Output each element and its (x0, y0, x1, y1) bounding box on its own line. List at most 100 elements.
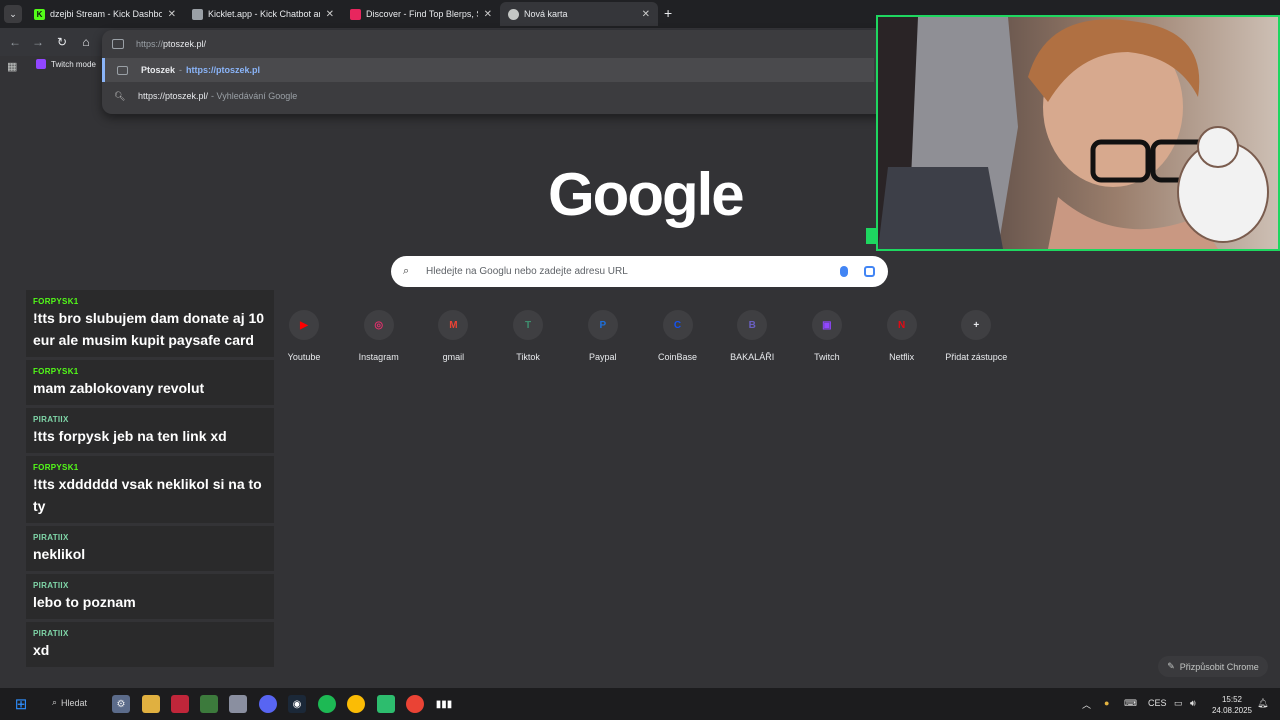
home-icon[interactable]: ⌂ (77, 33, 95, 51)
discord-icon[interactable] (259, 695, 277, 713)
forward-arrow-icon[interactable]: → (29, 33, 47, 51)
chat-text: xd (33, 642, 50, 658)
new-tab-plus-icon[interactable]: + (664, 5, 672, 21)
back-arrow-icon[interactable]: ← (6, 33, 24, 51)
shortcut-label: Youtube (287, 352, 321, 362)
blerp-icon (350, 8, 361, 20)
shortcut-youtube[interactable]: ▶ Youtube (269, 310, 339, 362)
clock-time: 15:52 (1221, 695, 1243, 704)
system-clock[interactable]: 15:52 24.08.2025 (1210, 694, 1254, 716)
search-placeholder: Hledejte na Googlu nebo zadejte adresu U… (426, 266, 628, 277)
network-icon[interactable]: ▭ (1174, 698, 1183, 709)
language-indicator[interactable]: CES (1148, 698, 1167, 708)
chat-username: PIRATIIX (33, 415, 69, 424)
file-explorer-icon[interactable] (142, 695, 160, 713)
chrome-active-icon[interactable] (406, 695, 424, 713)
tab-blerp-discover[interactable]: Discover - Find Top Blerps, Stre ✕ (342, 2, 500, 26)
tab-search-button[interactable]: ⌄ (4, 5, 22, 23)
coinbase-icon: C (662, 310, 693, 340)
customize-chrome-button[interactable]: ✎ Přizpůsobit Chrome (1158, 656, 1268, 677)
youtube-icon: ▶ (289, 310, 319, 340)
google-lens-icon[interactable] (864, 266, 875, 277)
chat-text: !tts bro slubujem dam donate aj 10 eur a… (33, 310, 265, 348)
chat-text: !tts forpysk jeb na ten link xd (33, 428, 227, 444)
search-icon: ⌕ (403, 265, 410, 277)
bookmark-twitch-mode[interactable]: Twitch mode (36, 59, 96, 69)
chat-message: FORPYSK1 !tts bro slubujem dam donate aj … (26, 290, 274, 357)
spotify-icon[interactable] (318, 695, 336, 713)
microphone-icon[interactable] (840, 266, 848, 277)
notification-bell-icon[interactable]: 🔔︎ (1257, 698, 1268, 709)
taskbar-search[interactable]: ⌕ Hledat (52, 697, 87, 708)
shortcut-twitch[interactable]: ▣ Twitch (792, 310, 862, 362)
shortcut-netflix[interactable]: N Netflix (867, 310, 937, 362)
chat-username: PIRATIIX (33, 533, 69, 542)
suggestion-ptoszek[interactable]: Ptoszek - https://ptoszek.pl (102, 58, 874, 82)
shortcut-label: Tiktok (516, 352, 540, 362)
tiktok-icon: T (513, 310, 544, 340)
apps-grid-icon[interactable]: ▦ (7, 60, 17, 73)
page-icon (112, 39, 124, 49)
microphone-tray-icon[interactable]: ● (1104, 698, 1109, 708)
steam-icon[interactable]: ◉ (288, 695, 306, 713)
windows-start-icon[interactable]: ⊞ (12, 695, 30, 713)
shortcut-paypal[interactable]: P Paypal (568, 310, 638, 362)
bakalari-icon: B (737, 310, 768, 340)
shortcut-tiktok[interactable]: T Tiktok (493, 310, 563, 362)
webcam-overlay (876, 15, 1280, 251)
chat-username: FORPYSK1 (33, 297, 79, 306)
plus-icon: + (961, 310, 992, 340)
close-icon[interactable]: ✕ (326, 9, 334, 20)
page-icon (117, 65, 128, 75)
shortcut-label: Přidat zástupce (945, 352, 1008, 362)
keyboard-icon[interactable]: ⌨ (1124, 698, 1137, 709)
app-gray-icon[interactable] (229, 695, 247, 713)
app-red-icon[interactable] (171, 695, 189, 713)
settings-gear-icon[interactable]: ⚙ (112, 695, 130, 713)
url-prefix: https:// (136, 39, 164, 49)
suggestion-title: Ptoszek (141, 65, 176, 75)
audio-bars-icon[interactable]: ▮▮▮ (435, 695, 453, 713)
chrome-icon (508, 8, 519, 20)
shortcut-label: Instagram (358, 352, 399, 362)
pencil-icon: ✎ (1167, 661, 1175, 671)
address-bar[interactable]: https://ptoszek.pl/ (112, 34, 206, 54)
url-text: ptoszek.pl/ (163, 39, 207, 49)
stream-chat-overlay: FORPYSK1 !tts bro slubujem dam donate aj … (26, 290, 274, 688)
google-search-box[interactable]: ⌕ Hledejte na Googlu nebo zadejte adresu… (391, 256, 888, 287)
chrome-icon[interactable] (347, 695, 365, 713)
suggestion-separator: - (179, 65, 183, 75)
clock-date: 24.08.2025 (1211, 706, 1253, 715)
twitch-icon (36, 59, 46, 69)
shortcut-plus[interactable]: + Přidat zástupce (941, 310, 1011, 362)
volume-icon[interactable]: 🔊︎ (1190, 698, 1196, 709)
gmail-icon: M (438, 310, 469, 340)
chat-username: PIRATIIX (33, 581, 69, 590)
tab-title: dzejbi Stream - Kick Dashboard (50, 9, 162, 19)
close-icon[interactable]: ✕ (484, 9, 492, 20)
shortcut-coinbase[interactable]: C CoinBase (643, 310, 713, 362)
suggestion-google-search[interactable]: 🔍︎ https://ptoszek.pl/ - Vyhledávání Goo… (102, 84, 874, 108)
chat-username: FORPYSK1 (33, 367, 79, 376)
tab-kick-dashboard[interactable]: K dzejbi Stream - Kick Dashboard ✕ (26, 2, 184, 26)
chat-username: FORPYSK1 (33, 463, 79, 472)
customize-label: Přizpůsobit Chrome (1179, 661, 1259, 672)
xbox-icon[interactable] (200, 695, 218, 713)
reload-icon[interactable]: ↻ (53, 33, 71, 51)
app-green-icon[interactable] (377, 695, 395, 713)
close-icon[interactable]: ✕ (642, 9, 650, 20)
shortcut-gmail[interactable]: Mgmail (418, 310, 488, 362)
shortcut-instagram[interactable]: ◎ Instagram (344, 310, 414, 362)
shortcut-label: CoinBase (657, 352, 698, 362)
tab-title: Discover - Find Top Blerps, Stre (366, 9, 478, 19)
chat-message: FORPYSK1 mam zablokovany revolut (26, 360, 274, 405)
tab-kicklet[interactable]: Kicklet.app - Kick Chatbot and ( ✕ (184, 2, 342, 26)
chat-message: PIRATIIX xd (26, 622, 274, 667)
tray-overflow-icon[interactable]: ︿ (1082, 698, 1091, 711)
close-icon[interactable]: ✕ (168, 9, 176, 20)
webcam-image (878, 17, 1278, 249)
chat-message: PIRATIIX lebo to poznam (26, 574, 274, 619)
windows-taskbar: ⊞ ⌕ Hledat ⚙ ◉ ▮▮▮ ︿ ● ⌨ CES ▭ 🔊︎ 15:52 … (0, 688, 1280, 720)
tab-new-tab[interactable]: Nová karta ✕ (500, 2, 658, 26)
shortcut-bakalari[interactable]: B BAKALÁŘI (717, 310, 787, 362)
